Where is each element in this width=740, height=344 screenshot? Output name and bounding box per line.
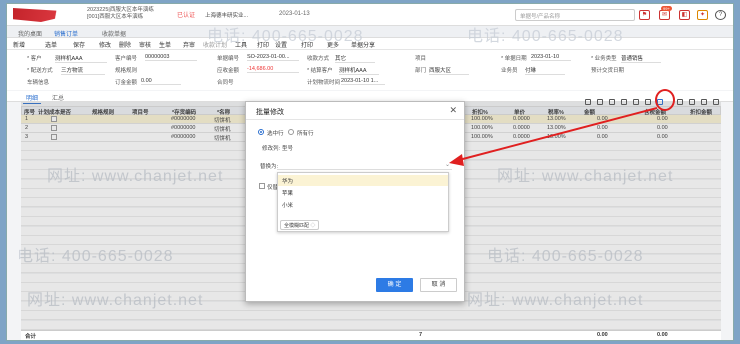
app-window: 2023225|西服大区本年演练 [001]西服大区本年演练 已认证 上海德丰研… [6, 3, 734, 341]
annotation-arrow [449, 107, 658, 166]
